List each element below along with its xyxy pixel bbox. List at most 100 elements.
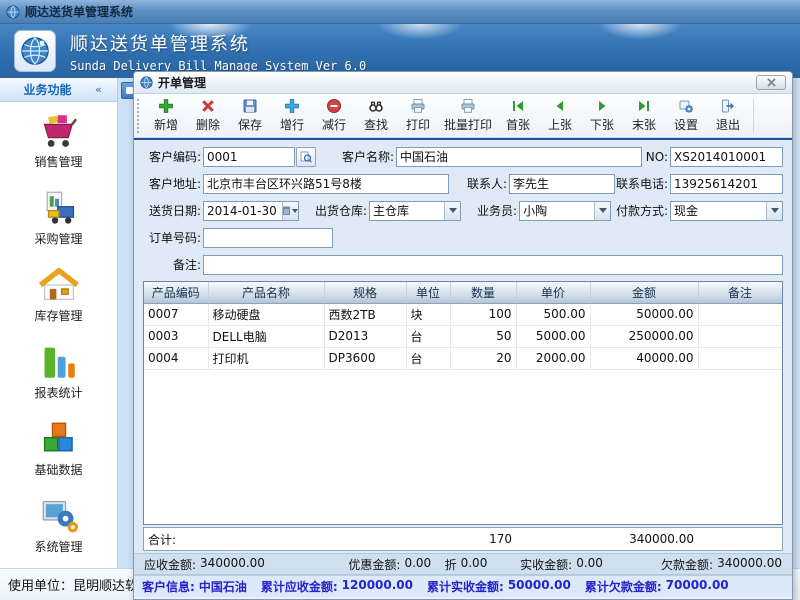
cumulative-arrears-value: 70000.00 — [666, 578, 729, 595]
table-row[interactable]: 0003 DELL电脑 D2013 台 50 5000.00 250000.00 — [144, 325, 782, 347]
sidebar-collapse-button[interactable]: « — [95, 83, 117, 96]
globe-icon — [19, 35, 51, 67]
discount-rate-label: 折 — [445, 556, 457, 573]
table-row[interactable]: 0007 移动硬盘 西数2TB 块 100 500.00 50000.00 — [144, 303, 782, 325]
sidebar-item-inventory[interactable]: 库存管理 — [0, 256, 117, 333]
print-icon — [410, 98, 426, 114]
remove-row-button[interactable]: 减行 — [313, 96, 355, 136]
dialog-globe-icon — [140, 76, 153, 89]
customer-info-value: 中国石油 — [199, 578, 247, 595]
summary-band: 应收金额: 340000.00 优惠金额: 0.00 折 0.00 实收金额: … — [134, 553, 792, 575]
billing-dialog: 开单管理 新增 删除 保存 增行 减行 查找 — [133, 71, 793, 600]
col-qty[interactable]: 数量 — [450, 282, 516, 303]
sidebar-item-purchase[interactable]: 采购管理 — [0, 179, 117, 256]
totals-row: 合计: 170 340000.00 — [143, 527, 783, 551]
grid-header-row: 产品编码 产品名称 规格 单位 数量 单价 金额 备注 — [144, 282, 782, 303]
find-button[interactable]: 查找 — [355, 96, 397, 136]
prev-icon — [552, 98, 568, 114]
add-row-icon — [284, 98, 300, 114]
bill-form: 客户编码: 客户名称: NO: 客户地址: 联系人: 联系电话: 送货日期: 2… — [134, 140, 792, 281]
col-spec[interactable]: 规格 — [324, 282, 406, 303]
delete-button[interactable]: 删除 — [187, 96, 229, 136]
receivable-label: 应收金额: — [144, 556, 196, 573]
print-button[interactable]: 打印 — [397, 96, 439, 136]
discount-rate-value: 0.00 — [461, 556, 488, 573]
data-cubes-icon — [38, 420, 80, 458]
warehouse-home-icon — [38, 266, 80, 304]
dialog-close-button[interactable] — [756, 75, 786, 90]
warehouse-label: 出货仓库: — [315, 202, 369, 219]
prev-record-button[interactable]: 上张 — [539, 96, 581, 136]
total-amount: 340000.00 — [590, 532, 698, 546]
cumulative-received-value: 50000.00 — [508, 578, 571, 595]
order-no-label: 订单号码: — [143, 229, 203, 246]
phone-input[interactable] — [670, 174, 783, 194]
table-row[interactable]: 0004 打印机 DP3600 台 20 2000.00 40000.00 — [144, 347, 782, 369]
delivery-date-picker[interactable]: 2014-01-30 — [203, 201, 299, 221]
customer-code-input[interactable] — [203, 147, 295, 167]
salesman-label: 业务员: — [477, 202, 519, 219]
remark-input[interactable] — [203, 255, 783, 275]
settings-button[interactable]: 设置 — [665, 96, 707, 136]
magnifier-icon — [300, 151, 312, 163]
receivable-value: 340000.00 — [200, 556, 265, 573]
sidebar-item-label: 采购管理 — [34, 230, 82, 247]
warehouse-select[interactable]: 主仓库 — [369, 201, 461, 221]
col-remark[interactable]: 备注 — [698, 282, 782, 303]
first-record-button[interactable]: 首张 — [497, 96, 539, 136]
payment-select[interactable]: 现金 — [670, 201, 783, 221]
col-product-name[interactable]: 产品名称 — [208, 282, 324, 303]
sidebar-item-basedata[interactable]: 基础数据 — [0, 410, 117, 487]
col-amount[interactable]: 金额 — [590, 282, 698, 303]
col-unit[interactable]: 单位 — [406, 282, 450, 303]
app-title: 顺达送货单管理系统 — [70, 30, 366, 56]
exit-button[interactable]: 退出 — [707, 96, 749, 136]
received-label: 实收金额: — [520, 556, 572, 573]
app-logo — [14, 30, 56, 72]
next-record-button[interactable]: 下张 — [581, 96, 623, 136]
salesman-select[interactable]: 小陶 — [519, 201, 611, 221]
total-label: 合计: — [144, 531, 208, 548]
phone-label: 联系电话: — [616, 175, 670, 192]
delete-icon — [200, 98, 216, 114]
sidebar: 业务功能 « 销售管理 — [0, 78, 118, 568]
new-button[interactable]: 新增 — [145, 96, 187, 136]
customer-name-input[interactable] — [396, 147, 642, 167]
app-globe-icon — [6, 5, 20, 19]
contact-input[interactable] — [509, 174, 615, 194]
last-record-button[interactable]: 末张 — [623, 96, 665, 136]
toolbar-gripper[interactable] — [137, 99, 142, 133]
col-product-code[interactable]: 产品编码 — [144, 282, 208, 303]
sidebar-item-label: 库存管理 — [34, 307, 82, 324]
add-row-button[interactable]: 增行 — [271, 96, 313, 136]
address-label: 客户地址: — [143, 175, 203, 192]
calendar-dropdown-button[interactable] — [282, 202, 298, 220]
bill-no-input[interactable] — [670, 147, 783, 167]
delivery-date-label: 送货日期: — [143, 202, 203, 219]
dialog-statusbar: 客户信息: 中国石油 累计应收金额: 120000.00 累计实收金额: 500… — [134, 575, 792, 597]
shopping-cart-icon — [38, 112, 80, 150]
contact-label: 联系人: — [467, 175, 509, 192]
sidebar-item-system[interactable]: 系统管理 — [0, 487, 117, 564]
sidebar-item-reports[interactable]: 报表统计 — [0, 333, 117, 410]
address-input[interactable] — [203, 174, 449, 194]
order-no-input[interactable] — [203, 228, 333, 248]
sidebar-header: 业务功能 « — [0, 78, 117, 102]
customer-lookup-button[interactable] — [296, 147, 316, 167]
cumulative-receivable-label: 累计应收金额: — [261, 578, 338, 595]
sidebar-item-sales[interactable]: 销售管理 — [0, 102, 117, 179]
cumulative-arrears-label: 累计欠款金额: — [585, 578, 662, 595]
system-gear-icon — [38, 497, 80, 535]
save-button[interactable]: 保存 — [229, 96, 271, 136]
calendar-icon — [283, 206, 290, 215]
settings-icon — [678, 98, 694, 114]
next-icon — [594, 98, 610, 114]
customer-info-label: 客户信息: — [142, 578, 195, 595]
chevron-down-icon — [594, 202, 610, 220]
add-icon — [158, 98, 174, 114]
toolbar-divider — [753, 99, 754, 133]
batch-print-button[interactable]: 批量打印 — [439, 96, 497, 136]
window-title: 顺达送货单管理系统 — [25, 3, 133, 20]
col-price[interactable]: 单价 — [516, 282, 590, 303]
bill-no-label: NO: — [646, 150, 670, 164]
